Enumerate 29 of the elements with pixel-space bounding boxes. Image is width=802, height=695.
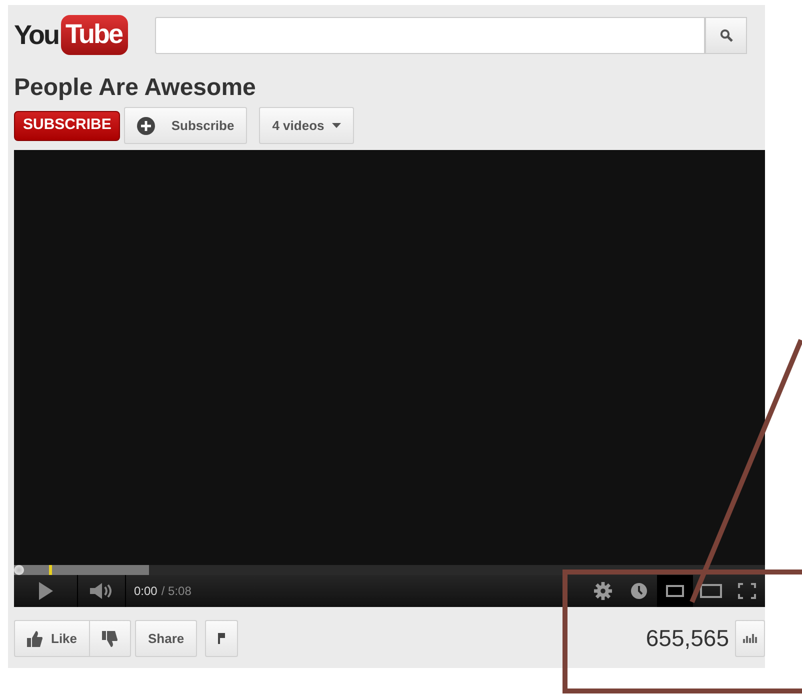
settings-icon[interactable] xyxy=(594,582,612,600)
search-icon xyxy=(720,28,732,42)
play-icon[interactable] xyxy=(38,582,52,600)
flag-icon xyxy=(218,633,226,644)
thumbs-down-icon xyxy=(102,630,118,646)
current-time: 0:00 xyxy=(134,583,158,600)
volume-icon[interactable] xyxy=(90,583,114,599)
search-field[interactable] xyxy=(155,16,705,54)
share-button[interactable]: Share xyxy=(135,620,198,657)
channel-title: People Are Awesome xyxy=(14,73,257,103)
rectangle-icon xyxy=(666,585,684,597)
stats-button[interactable] xyxy=(735,620,765,657)
bar-chart-icon xyxy=(743,634,757,643)
caret-icon xyxy=(332,123,342,128)
fullscreen-icon[interactable] xyxy=(738,583,756,599)
plus-icon xyxy=(137,116,156,134)
videos-menu[interactable]: 4 videos xyxy=(259,107,354,144)
like-button[interactable]: Like xyxy=(14,620,90,657)
small-player-button[interactable] xyxy=(657,575,693,607)
rectangle-icon xyxy=(700,584,722,598)
dislike-button[interactable] xyxy=(90,620,132,657)
thumbs-up-icon xyxy=(27,630,43,646)
search-button[interactable] xyxy=(705,16,747,54)
subscribe-badge[interactable]: SUBSCRIBE xyxy=(14,110,120,140)
subscribe-button[interactable]: Subscribe xyxy=(124,107,248,144)
total-time: / 5:08 xyxy=(161,583,192,600)
flag-button[interactable] xyxy=(205,620,238,657)
clock-icon[interactable] xyxy=(631,583,647,599)
view-count: 655,565 xyxy=(646,624,729,654)
